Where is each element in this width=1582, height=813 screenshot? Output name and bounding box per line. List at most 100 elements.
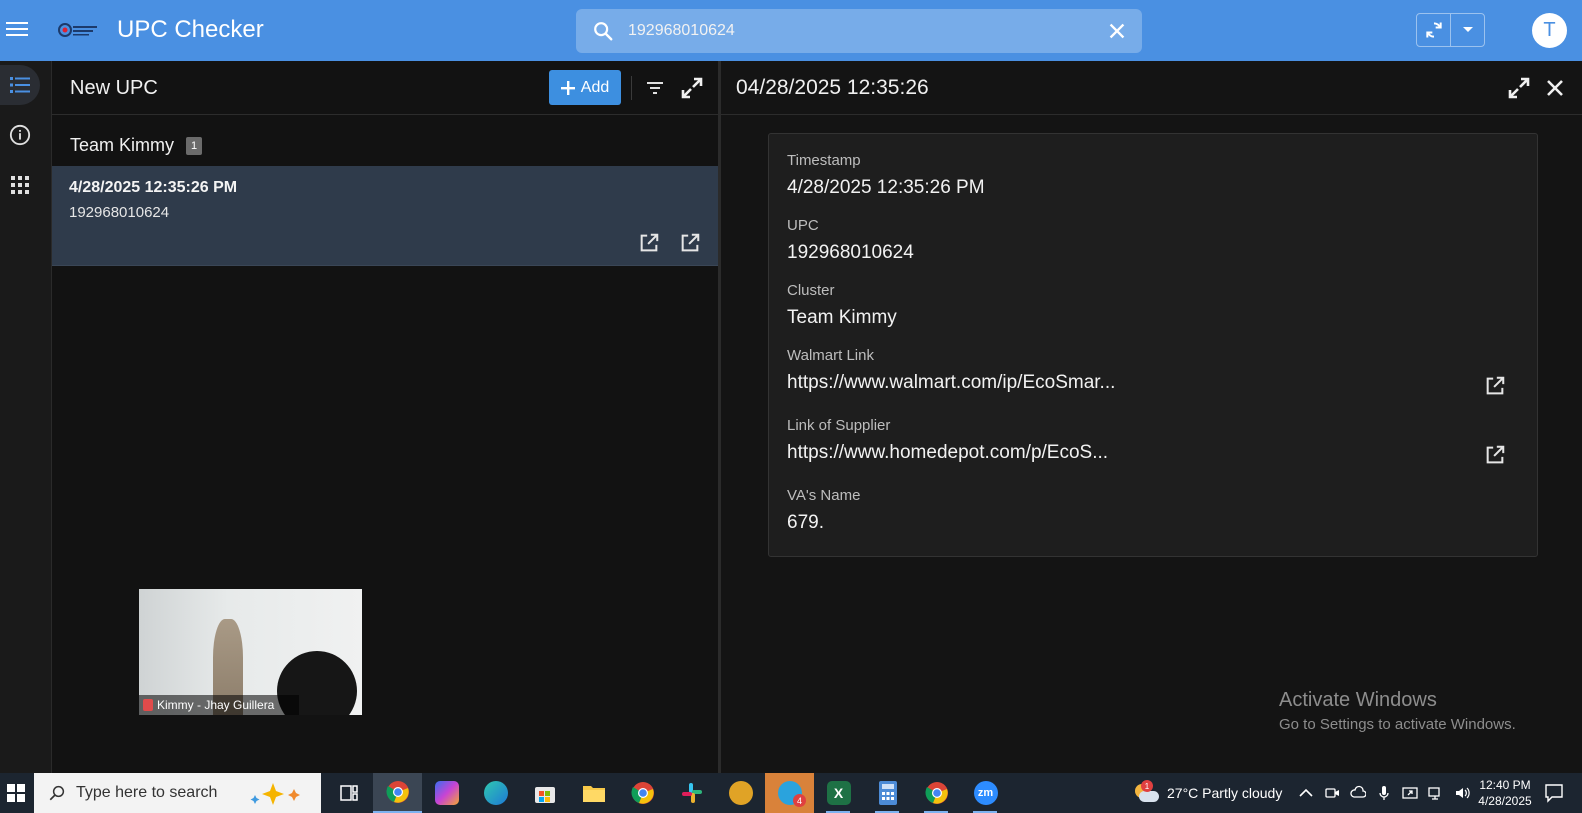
detail-panel: 04/28/2025 12:35:26 Timestamp 4/28/2025 … <box>721 61 1582 773</box>
cloud-icon[interactable] <box>1350 785 1366 801</box>
menu-icon[interactable] <box>6 19 28 37</box>
supplier-link[interactable]: https://www.homedepot.com/p/EcoS... <box>787 442 1108 464</box>
system-tray <box>1298 773 1470 813</box>
watermark-title: Activate Windows <box>1279 689 1437 711</box>
taskbar-search[interactable]: Type here to search <box>34 773 321 813</box>
taskbar-edge[interactable] <box>471 773 520 813</box>
taskbar-copilot[interactable] <box>422 773 471 813</box>
rail-item-info[interactable] <box>0 115 40 155</box>
clear-search-icon[interactable] <box>1106 20 1128 42</box>
list-item-upc: 192968010624 <box>69 204 170 221</box>
chevron-up-icon[interactable] <box>1298 785 1314 801</box>
search-icon <box>49 785 65 801</box>
search-bar[interactable] <box>576 9 1142 53</box>
field-label: Link of Supplier <box>787 417 891 434</box>
field-cluster: Cluster Team Kimmy <box>787 282 897 329</box>
open-supplier-link-icon[interactable] <box>1484 444 1506 466</box>
telegram-badge: 4 <box>793 794 806 807</box>
detail-card: Timestamp 4/28/2025 12:35:26 PM UPC 1929… <box>768 133 1538 557</box>
copilot-icon <box>434 781 459 805</box>
screen-share-icon[interactable] <box>1402 785 1418 801</box>
taskbar-chrome-2[interactable] <box>618 773 667 813</box>
list-header: New UPC Add <box>52 61 719 115</box>
field-value: 679. <box>787 512 824 533</box>
video-caption: Kimmy - Jhay Guillera <box>139 695 299 715</box>
sync-button-group <box>1416 13 1485 47</box>
watermark-subtitle: Go to Settings to activate Windows. <box>1279 716 1516 733</box>
list-title: New UPC <box>70 77 158 99</box>
volume-icon[interactable] <box>1454 785 1470 801</box>
field-label: UPC <box>787 217 819 234</box>
taskbar-task-view[interactable] <box>324 773 373 813</box>
partly-cloudy-icon: 1 <box>1133 780 1159 804</box>
open-walmart-link-icon[interactable] <box>638 232 660 254</box>
search-input[interactable] <box>628 19 1088 43</box>
sync-button[interactable] <box>1417 14 1451 46</box>
clock-time: 12:40 PM <box>1479 778 1531 792</box>
weather-text: 27°C Partly cloudy <box>1167 785 1283 801</box>
field-label: VA's Name <box>787 487 861 504</box>
notification-center-icon[interactable] <box>1544 783 1564 803</box>
system-clock[interactable]: 12:40 PM 4/28/2025 <box>1470 777 1540 809</box>
taskbar-store[interactable] <box>520 773 569 813</box>
info-icon <box>9 124 31 146</box>
field-va-name: VA's Name 679. <box>787 487 860 534</box>
sync-dropdown-button[interactable] <box>1451 14 1484 46</box>
taskbar-chrome-3[interactable] <box>912 773 961 813</box>
app-title: UPC Checker <box>117 16 264 43</box>
windows-taskbar: Type here to search 4 X zm 1 27°C Partly… <box>0 773 1582 813</box>
expand-icon[interactable] <box>680 76 704 100</box>
zoom-icon: zm <box>973 781 998 805</box>
network-icon[interactable] <box>1428 785 1444 801</box>
taskbar-calculator[interactable] <box>863 773 912 813</box>
meet-now-icon[interactable] <box>1324 785 1340 801</box>
group-name: Team Kimmy <box>70 135 175 155</box>
open-walmart-link-icon[interactable] <box>1484 375 1506 397</box>
field-label: Timestamp <box>787 152 861 169</box>
weather-badge: 1 <box>1141 780 1153 792</box>
taskbar-game[interactable] <box>716 773 765 813</box>
calculator-icon <box>878 781 897 805</box>
rail-item-apps[interactable] <box>0 165 40 205</box>
taskbar-file-explorer[interactable] <box>569 773 618 813</box>
start-button[interactable] <box>0 773 32 813</box>
add-button-label: Add <box>580 78 610 96</box>
detail-header: 04/28/2025 12:35:26 <box>721 61 1582 115</box>
field-value: Team Kimmy <box>787 307 897 328</box>
task-view-icon <box>339 785 358 801</box>
taskbar-zoom[interactable]: zm <box>961 773 1010 813</box>
chrome-icon <box>630 782 654 804</box>
list-item[interactable]: 4/28/2025 12:35:26 PM 192968010624 <box>52 166 719 266</box>
detail-title: 04/28/2025 12:35:26 <box>736 76 929 99</box>
taskbar-apps: 4 X zm <box>324 773 1010 813</box>
windows-icon <box>7 784 25 802</box>
app-header: UPC Checker T <box>0 0 1582 61</box>
microphone-icon[interactable] <box>1376 785 1392 801</box>
taskbar-chrome[interactable] <box>373 773 422 813</box>
game-icon <box>728 781 753 805</box>
close-icon[interactable] <box>1543 76 1567 100</box>
walmart-link[interactable]: https://www.walmart.com/ip/EcoSmar... <box>787 372 1115 394</box>
list-icon <box>10 77 30 93</box>
search-icon <box>594 22 613 41</box>
weather-widget[interactable]: 1 27°C Partly cloudy <box>1133 773 1282 813</box>
video-call-preview[interactable]: Kimmy - Jhay Guillera <box>139 589 362 715</box>
add-button[interactable]: Add <box>549 70 621 105</box>
taskbar-slack[interactable] <box>667 773 716 813</box>
field-label: Cluster <box>787 282 835 299</box>
folder-icon <box>582 786 605 802</box>
field-walmart-link: Walmart Link https://www.walmart.com/ip/… <box>787 347 1115 394</box>
side-rail <box>0 61 52 773</box>
sync-icon <box>1425 22 1442 38</box>
edge-icon <box>483 781 508 805</box>
taskbar-excel[interactable]: X <box>814 773 863 813</box>
plus-icon <box>560 80 575 95</box>
user-avatar[interactable]: T <box>1532 13 1567 48</box>
taskbar-telegram[interactable]: 4 <box>765 773 814 813</box>
rail-item-list[interactable] <box>0 65 40 105</box>
group-header: Team Kimmy 1 <box>70 135 203 156</box>
list-item-timestamp: 4/28/2025 12:35:26 PM <box>69 179 238 196</box>
open-supplier-link-icon[interactable] <box>679 232 701 254</box>
filter-icon[interactable] <box>645 78 665 98</box>
expand-detail-icon[interactable] <box>1507 76 1531 100</box>
